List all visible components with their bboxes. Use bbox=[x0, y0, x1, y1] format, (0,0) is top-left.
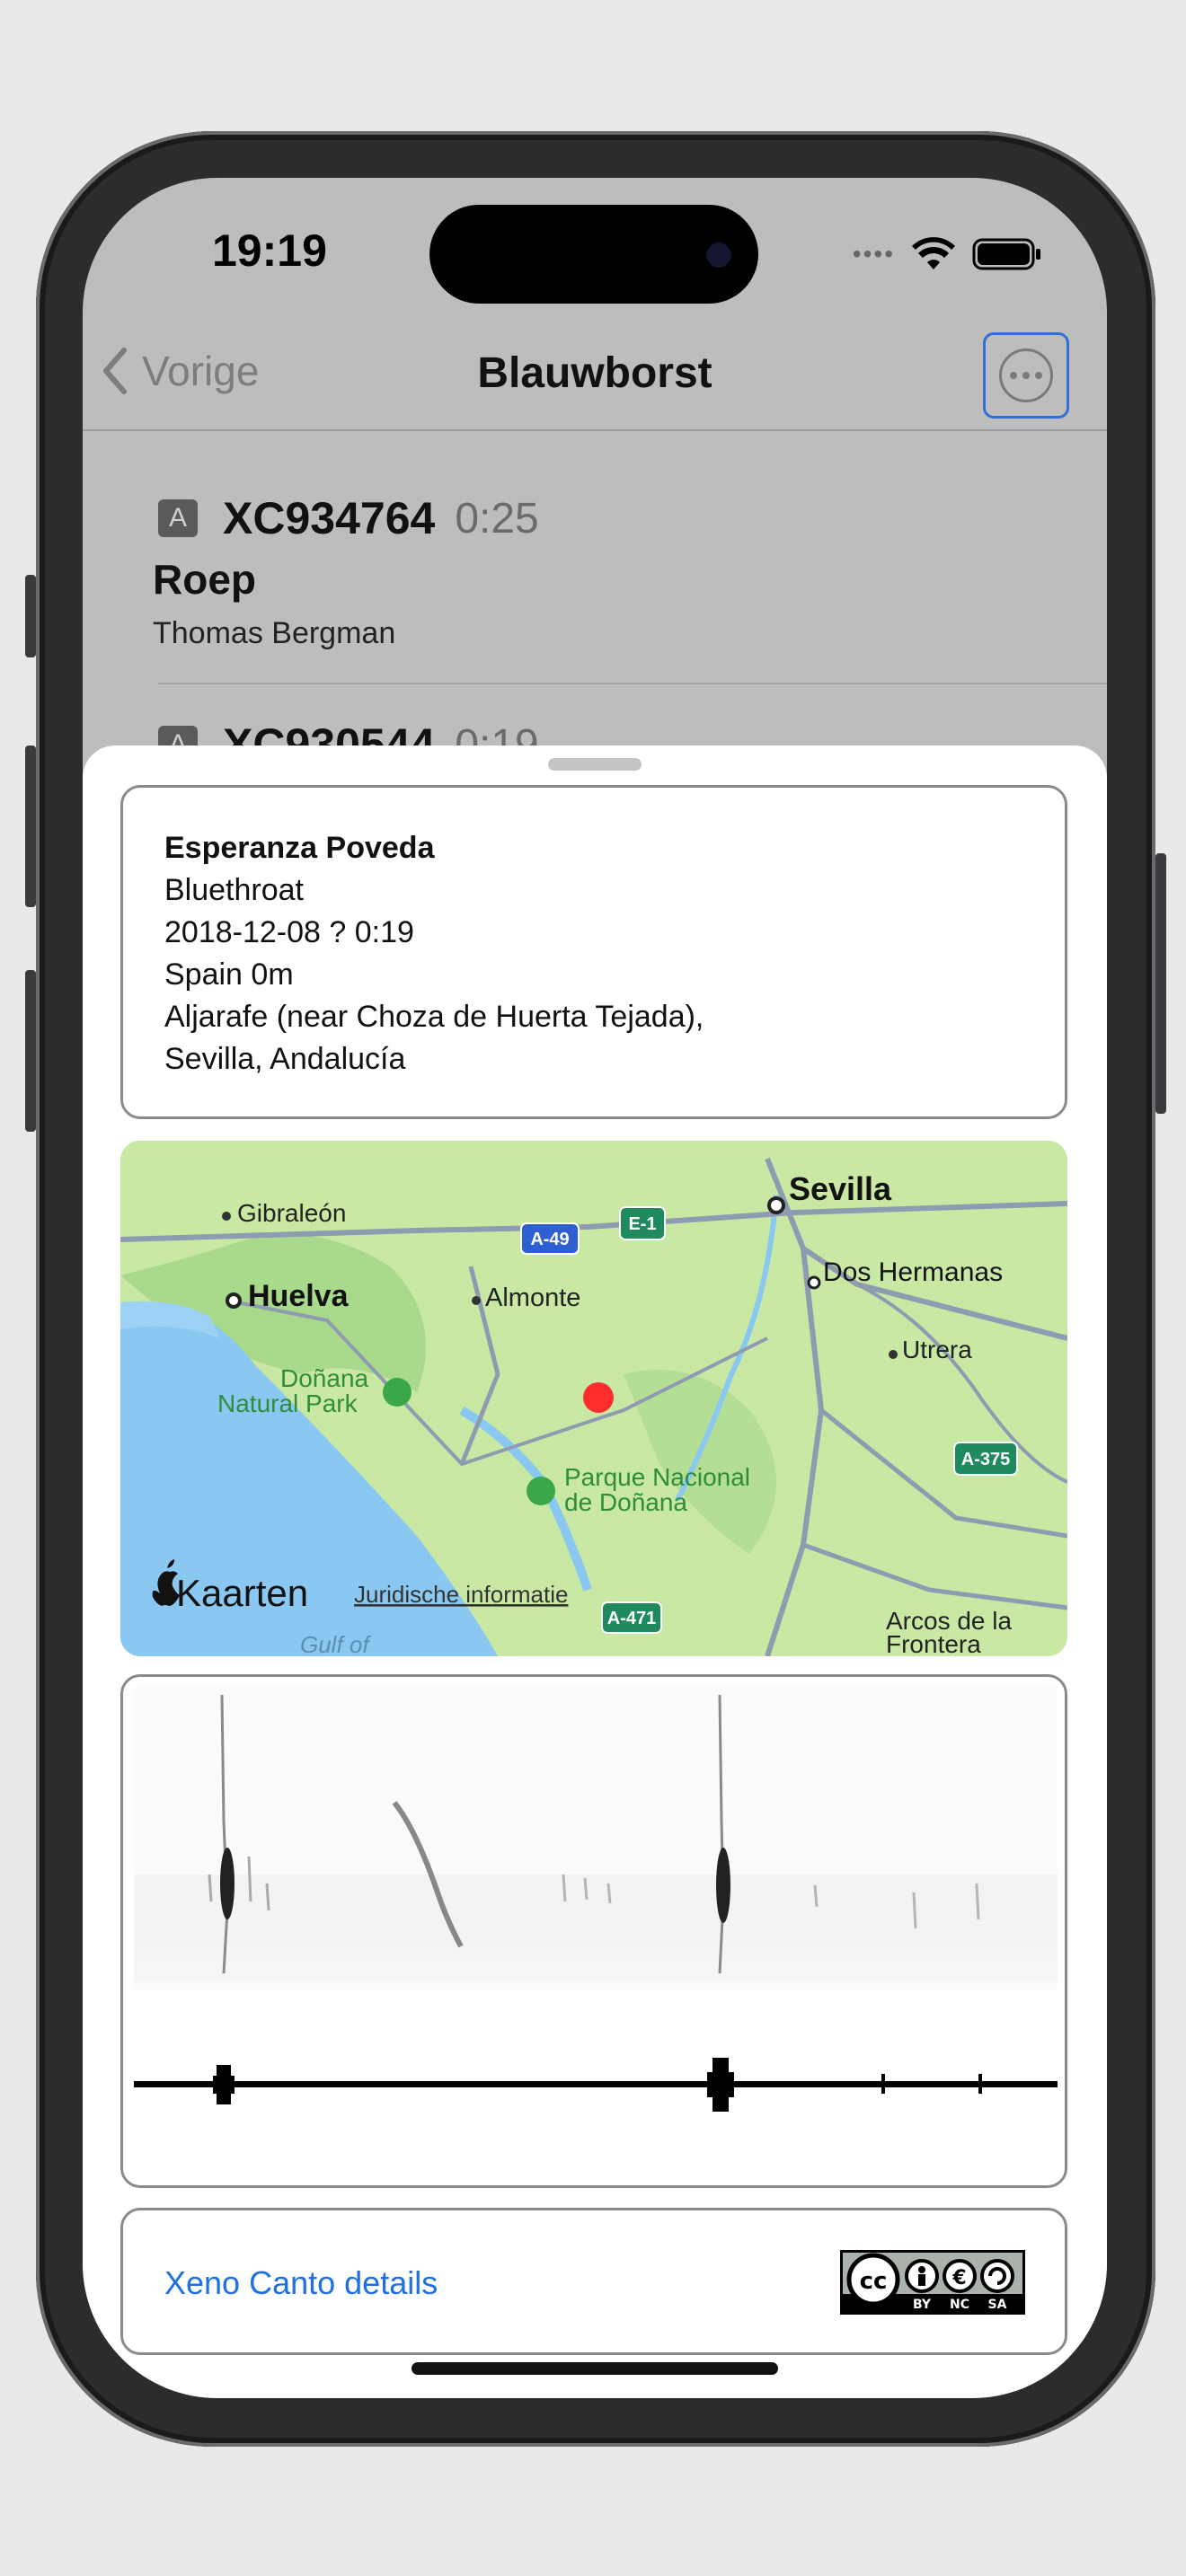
map-park-label: de Doñana bbox=[564, 1488, 687, 1516]
road-label: A-471 bbox=[607, 1609, 656, 1628]
battery-icon bbox=[972, 238, 1040, 270]
map-place-label: Gibraleón bbox=[237, 1199, 346, 1227]
map-place-label: Utrera bbox=[902, 1336, 972, 1363]
screen: 19:19 •••• Vorige Blauwborst A XC934764 … bbox=[83, 178, 1107, 2398]
location-map[interactable]: Gibraleón Huelva Almonte Sevilla Dos Her… bbox=[120, 1141, 1067, 1656]
map-place-label: Almonte bbox=[485, 1284, 580, 1312]
license-label-sa: SA bbox=[988, 2298, 1007, 2312]
map-place-label: Gulf of bbox=[300, 1631, 371, 1656]
license-badge: cc € BY NC SA bbox=[840, 2250, 1025, 2315]
map-legal-link[interactable]: Juridische informatie bbox=[354, 1581, 568, 1608]
more-options-button[interactable] bbox=[983, 332, 1069, 419]
road-label: A-49 bbox=[530, 1230, 569, 1249]
road-label: E-1 bbox=[628, 1214, 656, 1234]
phone-volume-down bbox=[25, 970, 36, 1132]
sharealike-icon bbox=[980, 2259, 1014, 2293]
status-time: 19:19 bbox=[212, 225, 327, 276]
page-title: Blauwborst bbox=[477, 349, 712, 397]
navigation-bar: Vorige Blauwborst bbox=[83, 329, 1107, 431]
map-place-label: Sevilla bbox=[789, 1170, 892, 1207]
recording-date: 2018-12-08 ? 0:19 bbox=[164, 915, 414, 949]
road-label: A-375 bbox=[961, 1450, 1010, 1469]
map-brand: Kaarten bbox=[176, 1572, 308, 1614]
recording-type: Roep bbox=[153, 556, 256, 603]
status-icons: •••• bbox=[853, 237, 1042, 271]
map-park-label: Doñana bbox=[280, 1364, 369, 1392]
recording-id: XC934764 bbox=[223, 493, 436, 543]
detail-sheet: Esperanza Poveda Bluethroat 2018-12-08 ?… bbox=[83, 745, 1107, 2398]
map-park-label: Natural Park bbox=[217, 1389, 358, 1417]
list-item[interactable]: A XC934764 0:25 Roep Thomas Bergman bbox=[153, 492, 1107, 651]
map-place-label: Frontera bbox=[886, 1630, 981, 1656]
recordist-name: Esperanza Poveda bbox=[164, 831, 435, 865]
recording-info-card: Esperanza Poveda Bluethroat 2018-12-08 ?… bbox=[120, 785, 1067, 1119]
spectrogram-card[interactable] bbox=[120, 1674, 1067, 2188]
wifi-icon bbox=[912, 237, 955, 269]
waveform bbox=[134, 2081, 1058, 2087]
recording-country: Spain 0m bbox=[164, 957, 294, 992]
quality-badge: A bbox=[158, 499, 198, 537]
map-place-label: Huelva bbox=[248, 1279, 350, 1313]
species-name: Bluethroat bbox=[164, 873, 304, 907]
map-park-label: Parque Nacional bbox=[564, 1463, 750, 1491]
recording-duration: 0:25 bbox=[455, 494, 539, 543]
footer-card: Xeno Canto details cc € BY NC SA bbox=[120, 2208, 1067, 2355]
phone-mute-switch bbox=[25, 575, 36, 657]
phone-volume-up bbox=[25, 745, 36, 907]
xeno-canto-details-link[interactable]: Xeno Canto details bbox=[164, 2264, 438, 2302]
recording-location: Aljarafe (near Choza de Huerta Tejada), bbox=[164, 1000, 704, 1034]
home-indicator[interactable] bbox=[412, 2362, 778, 2375]
cellular-signal-icon: •••• bbox=[852, 240, 895, 268]
license-label-nc: NC bbox=[950, 2298, 969, 2312]
phone-power-button bbox=[1155, 853, 1166, 1114]
recording-region: Sevilla, Andalucía bbox=[164, 1042, 406, 1076]
cc-icon: cc bbox=[860, 2268, 888, 2295]
location-marker[interactable] bbox=[583, 1382, 614, 1413]
license-label-by: BY bbox=[913, 2298, 932, 2312]
map-place-label: Dos Hermanas bbox=[823, 1257, 1003, 1287]
svg-text:€: € bbox=[951, 2267, 966, 2289]
sheet-grabber[interactable] bbox=[548, 758, 642, 771]
ellipsis-icon bbox=[999, 348, 1053, 402]
recording-author: Thomas Bergman bbox=[153, 616, 396, 650]
dynamic-island bbox=[429, 205, 758, 304]
list-divider bbox=[158, 683, 1107, 684]
